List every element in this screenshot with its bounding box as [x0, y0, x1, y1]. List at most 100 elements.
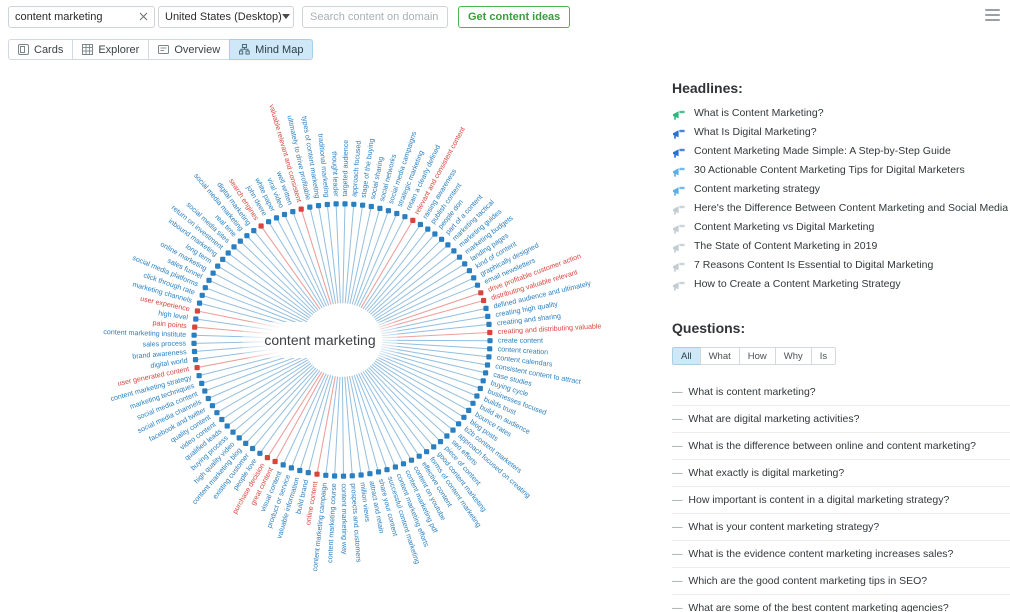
mind-map-node-dot[interactable] [203, 285, 208, 290]
question-item[interactable]: — What is your content marketing strateg… [672, 514, 1010, 541]
domain-search-input[interactable]: Search content on domain [302, 6, 448, 28]
mind-map-node-dot[interactable] [192, 349, 197, 354]
mind-map-node-dot[interactable] [485, 314, 490, 319]
mind-map-node-dot[interactable] [225, 423, 230, 428]
mind-map-node-label[interactable]: content marketing course [326, 483, 338, 563]
mind-map-node-dot[interactable] [202, 388, 207, 393]
mind-map-node-dot[interactable] [214, 410, 219, 415]
mind-map-node-dot[interactable] [193, 357, 198, 362]
mind-map-node-dot[interactable] [486, 354, 491, 359]
mind-map-node-dot[interactable] [467, 268, 472, 273]
mind-map-node-dot[interactable] [226, 250, 231, 255]
question-item[interactable]: — How important is content in a digital … [672, 487, 1010, 514]
mind-map-node-dot[interactable] [377, 206, 382, 211]
mind-map-node-dot[interactable] [444, 433, 449, 438]
mind-map-node-dot[interactable] [243, 441, 248, 446]
mind-map-node-dot[interactable] [266, 219, 271, 224]
hamburger-menu-icon[interactable] [985, 9, 1000, 21]
tab-overview[interactable]: Overview [148, 39, 229, 60]
mind-map-node-dot[interactable] [384, 467, 389, 472]
mind-map-node-dot[interactable] [478, 386, 483, 391]
mind-map-node-dot[interactable] [394, 211, 399, 216]
question-filter-is[interactable]: Is [811, 347, 836, 365]
mind-map-node-dot[interactable] [410, 218, 415, 223]
question-item[interactable]: — What is content marketing? [672, 379, 1010, 406]
mind-map-node-dot[interactable] [485, 362, 490, 367]
mind-map-node-dot[interactable] [220, 257, 225, 262]
mind-map-node-dot[interactable] [360, 203, 365, 208]
mind-map-node-dot[interactable] [206, 396, 211, 401]
mind-map-node-dot[interactable] [197, 373, 202, 378]
mind-map-node-dot[interactable] [425, 227, 430, 232]
mind-map-node-dot[interactable] [487, 346, 492, 351]
mind-map-node-dot[interactable] [432, 231, 437, 236]
mind-map-node-dot[interactable] [237, 435, 242, 440]
mind-map-node-dot[interactable] [351, 202, 356, 207]
location-select[interactable]: United States (Desktop) [158, 6, 294, 28]
mind-map-node-dot[interactable] [192, 325, 197, 330]
mind-map-node-dot[interactable] [251, 228, 256, 233]
mind-map-node-dot[interactable] [257, 451, 262, 456]
headline-item[interactable]: 30 Actionable Content Marketing Tips for… [672, 164, 1010, 176]
mind-map-node-dot[interactable] [409, 458, 414, 463]
mind-map-node-dot[interactable] [299, 207, 304, 212]
mind-map-node-dot[interactable] [274, 215, 279, 220]
question-filter-what[interactable]: What [700, 347, 739, 365]
headline-item[interactable]: Here's the Difference Between Content Ma… [672, 202, 1010, 214]
mind-map-node-dot[interactable] [244, 233, 249, 238]
tab-explorer[interactable]: Explorer [72, 39, 148, 60]
mind-map-node-dot[interactable] [323, 473, 328, 478]
mind-map-node-dot[interactable] [265, 455, 270, 460]
question-item[interactable]: — What are digital marketing activities? [672, 406, 1010, 433]
question-item[interactable]: — What are some of the best content mark… [672, 595, 1010, 612]
mind-map-node-dot[interactable] [193, 316, 198, 321]
question-item[interactable]: — Which are the good content marketing t… [672, 568, 1010, 595]
mind-map-node-dot[interactable] [314, 472, 319, 477]
mind-map-node-dot[interactable] [259, 223, 264, 228]
mind-map-node-dot[interactable] [431, 444, 436, 449]
mind-map-node-dot[interactable] [334, 201, 339, 206]
mind-map-node-dot[interactable] [424, 449, 429, 454]
mind-map-node-label[interactable]: targeted audience [341, 140, 350, 197]
mind-map-node-dot[interactable] [206, 278, 211, 283]
mind-map-node-dot[interactable] [273, 459, 278, 464]
mind-map-node-dot[interactable] [200, 293, 205, 298]
mind-map-node-dot[interactable] [471, 275, 476, 280]
mind-map-node-dot[interactable] [231, 244, 236, 249]
mind-map-node-dot[interactable] [192, 333, 197, 338]
mind-map-node-dot[interactable] [197, 301, 202, 306]
mind-map-node-dot[interactable] [238, 239, 243, 244]
mind-map-node-dot[interactable] [199, 381, 204, 386]
mind-map-node-dot[interactable] [215, 264, 220, 269]
mind-map-node-label[interactable]: content marketing institute [103, 328, 186, 339]
mind-map-node-dot[interactable] [342, 201, 347, 206]
mind-map-node-dot[interactable] [450, 428, 455, 433]
mind-map-node-dot[interactable] [478, 290, 483, 295]
mind-map-node-label[interactable]: thought leader [330, 151, 340, 197]
mind-map-node-dot[interactable] [307, 205, 312, 210]
headline-item[interactable]: Content Marketing vs Digital Marketing [672, 221, 1010, 233]
tab-cards[interactable]: Cards [8, 39, 72, 60]
mind-map-node-dot[interactable] [332, 473, 337, 478]
headline-item[interactable]: The State of Content Marketing in 2019 [672, 240, 1010, 252]
mind-map-node-dot[interactable] [418, 222, 423, 227]
mind-map-node-label[interactable]: sales process [143, 339, 187, 348]
get-content-ideas-button[interactable]: Get content ideas [458, 6, 570, 28]
mind-map-node-dot[interactable] [210, 403, 215, 408]
mind-map-canvas[interactable]: valuable relevant and consistentultimate… [0, 68, 640, 612]
headline-item[interactable]: What Is Digital Marketing? [672, 126, 1010, 138]
headline-item[interactable]: 7 Reasons Content Is Essential to Digita… [672, 259, 1010, 271]
mind-map-node-dot[interactable] [445, 242, 450, 247]
question-item[interactable]: — What is the difference between online … [672, 433, 1010, 460]
question-filter-how[interactable]: How [739, 347, 775, 365]
question-item[interactable]: — What is the evidence content marketing… [672, 541, 1010, 568]
mind-map-node-dot[interactable] [451, 248, 456, 253]
headline-item[interactable]: Content Marketing Made Simple: A Step-by… [672, 145, 1010, 157]
mind-map-node-dot[interactable] [297, 468, 302, 473]
mind-map-node-dot[interactable] [325, 202, 330, 207]
mind-map-node-dot[interactable] [402, 214, 407, 219]
mind-map-node-dot[interactable] [191, 341, 196, 346]
mind-map-node-dot[interactable] [289, 465, 294, 470]
mind-map-node-dot[interactable] [481, 378, 486, 383]
mind-map-node-dot[interactable] [316, 203, 321, 208]
